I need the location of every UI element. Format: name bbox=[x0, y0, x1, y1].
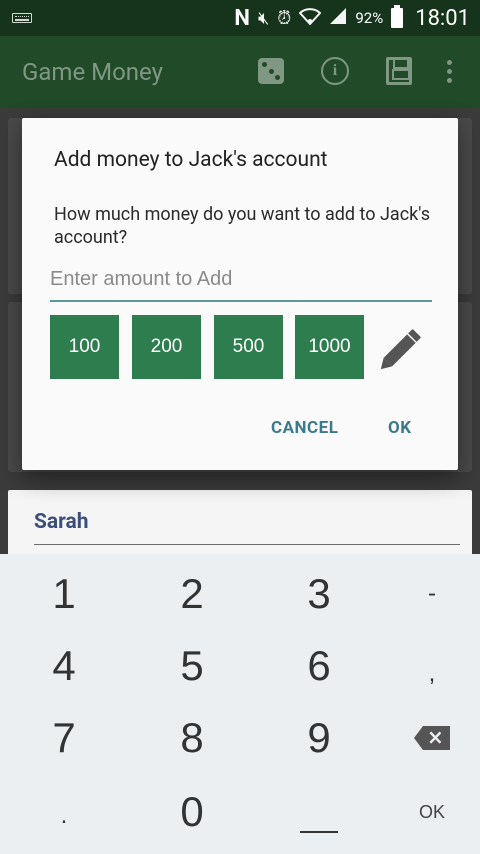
save-button[interactable] bbox=[384, 56, 414, 86]
wifi-icon bbox=[298, 7, 322, 30]
app-bar: Game Money i bbox=[0, 36, 480, 108]
key-comma[interactable]: , bbox=[372, 638, 480, 710]
key-3[interactable]: 3 bbox=[259, 558, 379, 630]
preset-100-button[interactable]: 100 bbox=[50, 315, 119, 379]
key-4[interactable]: 4 bbox=[4, 630, 124, 702]
key-0[interactable]: 0 bbox=[132, 776, 252, 848]
key-9[interactable]: 9 bbox=[259, 702, 379, 774]
space-icon bbox=[300, 831, 338, 833]
key-ok[interactable]: OK bbox=[372, 776, 480, 848]
preset-1000-button[interactable]: 1000 bbox=[295, 315, 364, 379]
divider bbox=[34, 544, 460, 545]
dice-button[interactable] bbox=[256, 56, 286, 86]
preset-200-button[interactable]: 200 bbox=[132, 315, 201, 379]
amount-input[interactable] bbox=[50, 258, 432, 302]
battery-percent: 92% bbox=[355, 9, 384, 27]
save-icon bbox=[386, 57, 412, 85]
info-button[interactable]: i bbox=[320, 56, 350, 86]
key-6[interactable]: 6 bbox=[259, 630, 379, 702]
numeric-keyboard: 1 2 3 - 4 5 6 , 7 8 9 × . 0 OK bbox=[0, 554, 480, 854]
mute-icon: 🔇︎ bbox=[257, 7, 270, 29]
edit-pencil-icon[interactable] bbox=[372, 318, 432, 378]
key-space[interactable] bbox=[259, 776, 379, 848]
key-5[interactable]: 5 bbox=[132, 630, 252, 702]
key-minus[interactable]: - bbox=[372, 558, 480, 630]
key-period[interactable]: . bbox=[4, 780, 124, 852]
status-icons: N 🔇︎ ⏰︎ 92% 18:01 bbox=[234, 0, 470, 36]
nfc-icon: N bbox=[234, 5, 250, 31]
key-2[interactable]: 2 bbox=[132, 558, 252, 630]
key-1[interactable]: 1 bbox=[4, 558, 124, 630]
key-7[interactable]: 7 bbox=[4, 702, 124, 774]
key-8[interactable]: 8 bbox=[132, 702, 252, 774]
alarm-icon: ⏰︎ bbox=[277, 7, 292, 29]
battery-icon bbox=[391, 5, 404, 28]
cancel-button[interactable]: CANCEL bbox=[271, 418, 338, 438]
preset-500-button[interactable]: 500 bbox=[214, 315, 283, 379]
overflow-menu-icon bbox=[446, 59, 452, 83]
app-title: Game Money bbox=[22, 58, 163, 86]
key-backspace[interactable]: × bbox=[372, 702, 480, 774]
info-icon: i bbox=[321, 57, 349, 85]
status-bar: N 🔇︎ ⏰︎ 92% 18:01 bbox=[0, 0, 480, 36]
ok-button[interactable]: OK bbox=[388, 418, 412, 438]
clock: 18:01 bbox=[415, 5, 470, 31]
overflow-menu-button[interactable] bbox=[434, 56, 464, 86]
add-money-dialog: Add money to Jack's account How much mon… bbox=[22, 118, 458, 470]
backspace-icon: × bbox=[414, 726, 450, 750]
dialog-title: Add money to Jack's account bbox=[54, 148, 328, 172]
dialog-message: How much money do you want to add to Jac… bbox=[54, 204, 430, 248]
dice-icon bbox=[258, 58, 284, 84]
player-name: Sarah bbox=[34, 510, 89, 534]
signal-icon bbox=[329, 7, 347, 30]
player-card-sarah[interactable]: Sarah bbox=[8, 490, 472, 554]
keyboard-icon bbox=[12, 13, 32, 23]
